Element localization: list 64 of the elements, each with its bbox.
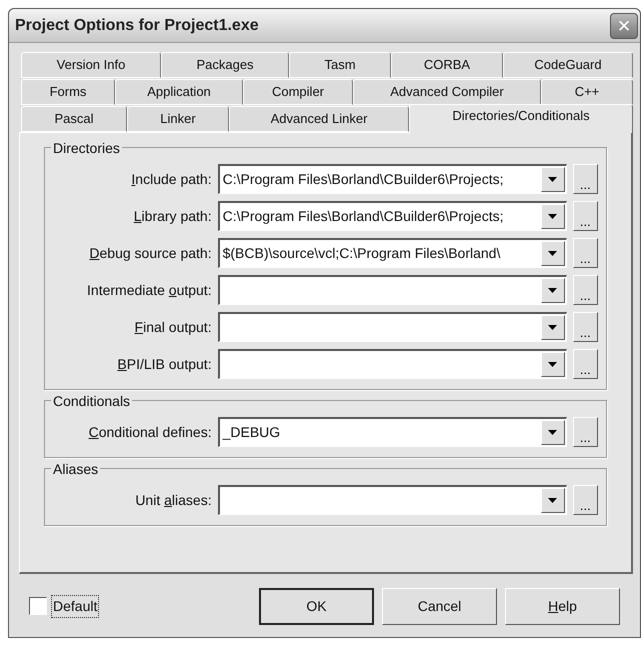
- combo-value: $(BCB)\source\vcl;C:\Program Files\Borland\: [222, 244, 502, 263]
- tab[interactable]: Compiler: [243, 79, 353, 105]
- dropdown-button[interactable]: [540, 420, 565, 445]
- tab[interactable]: Application: [115, 79, 243, 105]
- checkbox-label[interactable]: Default: [51, 594, 100, 618]
- tab[interactable]: Directories/Conditionals: [409, 104, 633, 133]
- dropdown-button[interactable]: [540, 241, 565, 266]
- dropdown-button[interactable]: [540, 204, 565, 229]
- combo-box[interactable]: C:\Program Files\Borland\CBuilder6\Projects;: [218, 164, 567, 194]
- dropdown-arrow-icon: [548, 498, 558, 503]
- browse-button[interactable]: ...: [572, 417, 598, 447]
- dropdown-button[interactable]: [540, 352, 565, 377]
- browse-button[interactable]: ...: [572, 349, 598, 379]
- field-label: Unit aliases:: [134, 490, 212, 510]
- browse-button[interactable]: ...: [572, 485, 598, 515]
- combo-box[interactable]: [218, 349, 567, 379]
- dropdown-button[interactable]: [540, 278, 565, 303]
- field-label: Library path:: [132, 206, 212, 226]
- dropdown-button[interactable]: [540, 488, 565, 513]
- browse-button[interactable]: ...: [572, 201, 598, 231]
- combo-value: C:\Program Files\Borland\CBuilder6\Projects;: [222, 170, 504, 189]
- tab[interactable]: Linker: [127, 106, 229, 132]
- tab[interactable]: Version Info: [21, 52, 161, 78]
- dropdown-arrow-icon: [548, 177, 558, 182]
- field-label: Final output:: [134, 318, 212, 337]
- dropdown-button[interactable]: [540, 167, 565, 192]
- field-label: Conditional defines:: [88, 422, 212, 442]
- tab[interactable]: CORBA: [391, 52, 503, 78]
- tab[interactable]: Forms: [21, 79, 115, 105]
- combo-box[interactable]: C:\Program Files\Borland\CBuilder6\Projects;: [218, 201, 567, 231]
- tab[interactable]: Tasm: [289, 52, 391, 78]
- browse-button[interactable]: ...: [572, 164, 598, 194]
- dropdown-arrow-icon: [548, 362, 558, 367]
- combo-box[interactable]: _DEBUG: [218, 417, 567, 447]
- combo-value: C:\Program Files\Borland\CBuilder6\Projects;: [222, 207, 504, 226]
- browse-button[interactable]: ...: [572, 312, 598, 342]
- tab[interactable]: C++: [541, 79, 633, 105]
- dropdown-arrow-icon: [548, 214, 558, 219]
- dialog-button[interactable]: OK: [259, 588, 374, 624]
- tab[interactable]: Packages: [161, 52, 289, 78]
- dropdown-arrow-icon: [548, 325, 558, 330]
- combo-box[interactable]: [218, 485, 567, 515]
- dialog-button[interactable]: Help: [505, 588, 620, 624]
- window-title: Project Options for Project1.exe: [15, 16, 259, 36]
- combo-box[interactable]: [218, 275, 567, 305]
- dropdown-arrow-icon: [548, 251, 558, 256]
- dropdown-button[interactable]: [540, 315, 565, 340]
- field-label: Include path:: [130, 170, 212, 189]
- dialog-button[interactable]: Cancel: [382, 588, 497, 624]
- tab[interactable]: Advanced Compiler: [353, 79, 541, 105]
- combo-box[interactable]: $(BCB)\source\vcl;C:\Program Files\Borland\: [218, 238, 567, 268]
- default-checkbox[interactable]: [29, 597, 47, 615]
- field-label: Debug source path:: [88, 244, 212, 263]
- dropdown-arrow-icon: [548, 288, 558, 293]
- dropdown-arrow-icon: [548, 430, 558, 435]
- field-label: BPI/LIB output:: [116, 354, 212, 374]
- tab[interactable]: Advanced Linker: [229, 106, 409, 132]
- tab[interactable]: Pascal: [21, 106, 127, 132]
- tab[interactable]: CodeGuard: [503, 52, 633, 78]
- browse-button[interactable]: ...: [572, 275, 598, 305]
- combo-box[interactable]: [218, 312, 567, 342]
- field-label: Intermediate output:: [86, 280, 212, 300]
- browse-button[interactable]: ...: [572, 238, 598, 268]
- combo-value: _DEBUG: [221, 423, 282, 442]
